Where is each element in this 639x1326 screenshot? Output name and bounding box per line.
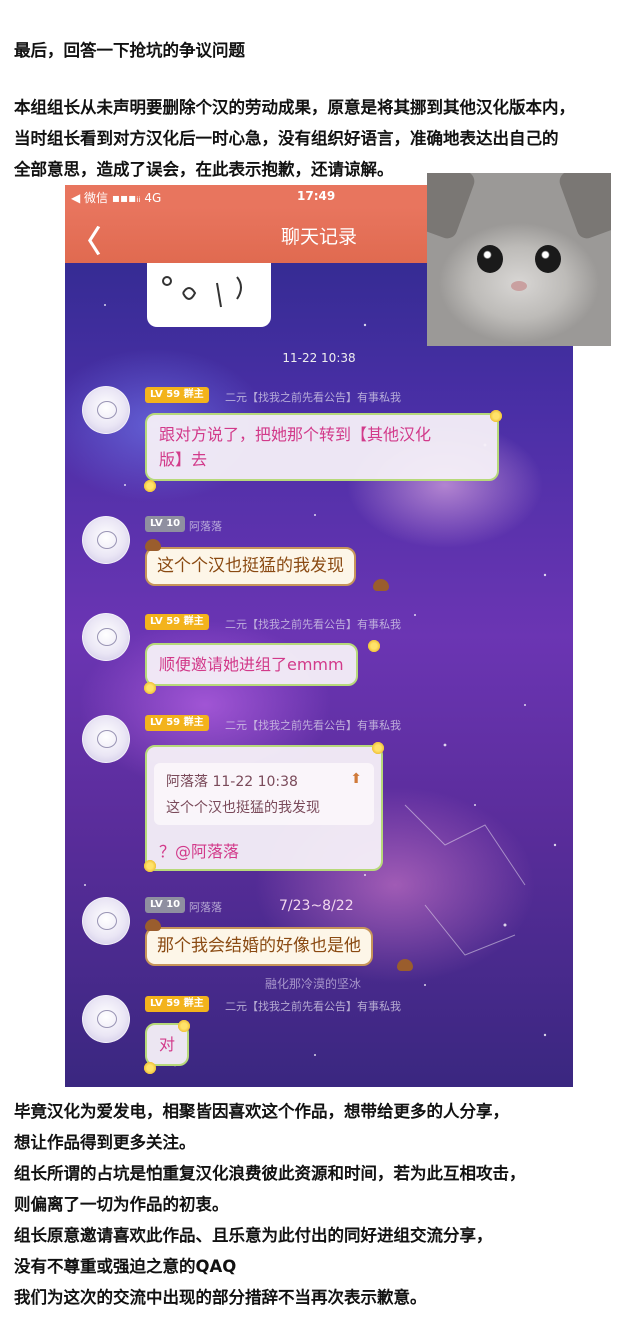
avatar-face [97, 912, 117, 930]
flower-decoration [143, 859, 157, 873]
flower-decoration [143, 1061, 157, 1075]
outro-line: 我们为这次的交流中出现的部分措辞不当再次表示歉意。 [14, 1288, 427, 1307]
outro-line: 想让作品得到更多关注。 [14, 1133, 196, 1152]
flower-decoration [177, 1019, 191, 1033]
status-carrier: ◀ 微信 ▪▪▪ᵢᵢ 4G [71, 191, 162, 205]
avatar[interactable] [82, 386, 130, 434]
status-time: 17:49 [297, 189, 336, 203]
outro-line: 组长原意邀请喜欢此作品、且乐意为此付出的同好进组交流分享， [14, 1226, 493, 1245]
level-badge: LV 59 群主 [145, 614, 209, 630]
sticker-image [147, 263, 271, 327]
level-badge: LV 59 群主 [145, 387, 209, 403]
quote-header: 阿落落 11-22 10:38 [166, 774, 298, 790]
message-bubble[interactable]: 跟对方说了，把她那个转到【其他汉化 版】去 [145, 413, 499, 481]
message-text: 跟对方说了，把她那个转到【其他汉化 [159, 425, 432, 444]
message-text: 对 [159, 1035, 176, 1054]
outro-line: 没有不尊重或强迫之意的QAQ [14, 1257, 237, 1276]
message-bubble[interactable]: 顺便邀请她进组了emmm [145, 643, 358, 686]
intro-paragraph: 本组组长从未声明要删除个汉的劳动成果，原意是将其挪到其他汉化版本内， 当时组长看… [14, 92, 626, 185]
outro-line: 组长所谓的占坑是怕重复汉化浪费彼此资源和时间，若为此互相攻击， [14, 1164, 526, 1183]
message-bubble[interactable]: 那个我会结婚的好像也是他 [145, 927, 373, 966]
level-text: LV 59 [150, 616, 181, 627]
cat-eye [535, 245, 561, 273]
avatar[interactable] [82, 715, 130, 763]
quoted-message[interactable]: 阿落落 11-22 10:38 ⬆ 这个个汉也挺猛的我发现 [154, 763, 374, 825]
sender-name: 二元【找我之前先看公告】有事私我 [225, 391, 401, 404]
sender-name: 二元【找我之前先看公告】有事私我 [225, 1000, 401, 1013]
flower-decoration [143, 681, 157, 695]
cat-eye [477, 245, 503, 273]
outro-paragraph: 毕竟汉化为爱发电，相聚皆因喜欢这个作品，想带给更多的人分享， 想让作品得到更多关… [14, 1096, 626, 1313]
avatar-face [97, 1010, 117, 1028]
sticker-drawing [162, 276, 242, 308]
flower-decoration [143, 479, 157, 493]
chat-timestamp: 11-22 10:38 [282, 351, 356, 365]
quote-body: 这个个汉也挺猛的我发现 [166, 800, 320, 816]
cat-ear [556, 173, 611, 242]
level-badge: LV 10 [145, 897, 186, 913]
crying-cat-image [427, 173, 611, 346]
avatar[interactable] [82, 995, 130, 1043]
sender-name: 阿落落 [189, 520, 222, 533]
critter-decoration [373, 579, 389, 591]
flower-decoration [371, 741, 385, 755]
role-text: 群主 [183, 616, 204, 627]
intro-title: 最后，回答一下抢坑的争议问题 [14, 35, 626, 66]
level-text: LV 59 [150, 717, 181, 728]
sender-name: 阿落落 [189, 901, 222, 914]
avatar[interactable] [82, 516, 130, 564]
avatar-face [97, 730, 117, 748]
role-text: 群主 [183, 998, 204, 1009]
critter-decoration [145, 539, 161, 551]
level-badge: LV 59 群主 [145, 715, 209, 731]
critter-decoration [145, 919, 161, 931]
intro-line: 当时组长看到对方汉化后一时心急，没有组织好语言，准确地表达出自己的 [14, 129, 559, 148]
avatar[interactable] [82, 613, 130, 661]
avatar-face [97, 531, 117, 549]
intro-line: 本组组长从未声明要删除个汉的劳动成果，原意是将其挪到其他汉化版本内， [14, 98, 575, 117]
role-text: 群主 [183, 389, 204, 400]
level-text: LV 59 [150, 389, 181, 400]
cat-nose [511, 281, 527, 291]
sender-name: 二元【找我之前先看公告】有事私我 [225, 719, 401, 732]
sender-name: 二元【找我之前先看公告】有事私我 [225, 618, 401, 631]
cat-ear [427, 173, 478, 242]
message-text: 顺便邀请她进组了emmm [159, 655, 344, 674]
flower-decoration [489, 409, 503, 423]
message-bubble[interactable]: 这个个汉也挺猛的我发现 [145, 547, 356, 586]
level-text: LV 59 [150, 998, 181, 1009]
message-text: 那个我会结婚的好像也是他 [157, 936, 361, 956]
flower-decoration [367, 639, 381, 653]
arrow-up-icon[interactable]: ⬆ [350, 771, 362, 787]
role-text: 群主 [183, 717, 204, 728]
message-text: 版】去 [159, 450, 208, 469]
background-caption: 融化那冷漠的坚冰 [265, 977, 362, 991]
intro-title-text: 最后，回答一下抢坑的争议问题 [14, 41, 245, 60]
avatar[interactable] [82, 897, 130, 945]
background-date: 7/23~8/22 [279, 898, 354, 914]
level-badge: LV 10 [145, 516, 186, 532]
critter-decoration [397, 959, 413, 971]
outro-line: 则偏离了一切为作品的初衷。 [14, 1195, 229, 1214]
avatar-face [97, 628, 117, 646]
avatar-face [97, 401, 117, 419]
message-text: ？@阿落落 [159, 842, 240, 861]
outro-line: 毕竟汉化为爱发电，相聚皆因喜欢这个作品，想带给更多的人分享， [14, 1102, 509, 1121]
message-text: 这个个汉也挺猛的我发现 [157, 556, 344, 576]
level-badge: LV 59 群主 [145, 996, 209, 1012]
